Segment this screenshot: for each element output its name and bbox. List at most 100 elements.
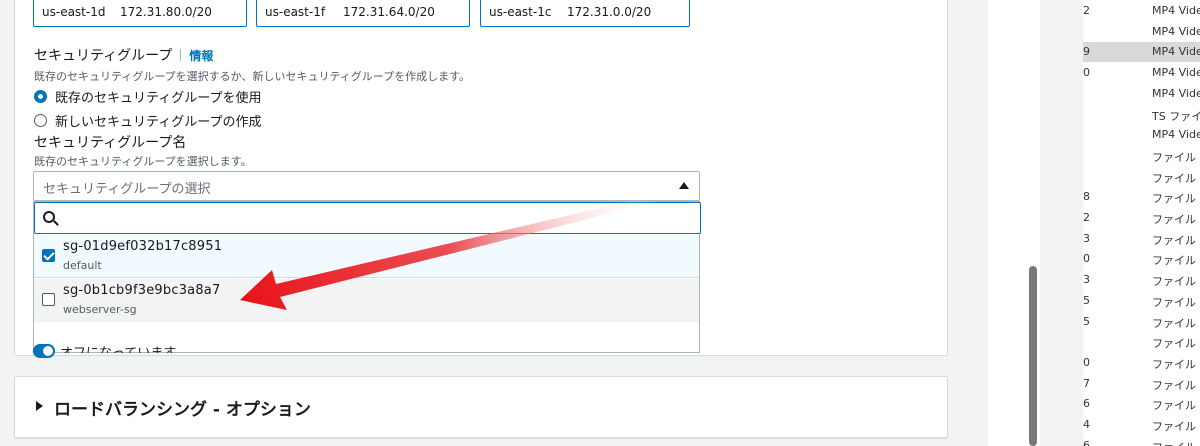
file-row-number: 6 bbox=[1083, 397, 1090, 411]
file-row-type: ファイル フ bbox=[1152, 192, 1200, 206]
file-list-row[interactable]: MP4 Vide bbox=[1083, 84, 1200, 104]
file-list-row[interactable]: 3 ファイル フ bbox=[1083, 229, 1200, 249]
file-row-number: 9 bbox=[1083, 45, 1090, 59]
file-list-row[interactable]: TS ファイル bbox=[1083, 105, 1200, 125]
file-row-number: 2 bbox=[1083, 4, 1090, 17]
file-row-type: ファイル フ bbox=[1152, 439, 1200, 446]
security-group-option[interactable]: sg-0b1cb9f3e9bc3a8a7 webserver-sg bbox=[34, 279, 699, 322]
file-row-type: ファイル フ bbox=[1152, 233, 1200, 247]
file-row-number: 2 bbox=[1083, 211, 1090, 224]
file-row-type: MP4 Vide bbox=[1152, 66, 1200, 80]
security-group-select[interactable]: セキュリティグループの選択 bbox=[33, 171, 700, 201]
expand-triangle-icon bbox=[36, 401, 43, 411]
option-id: sg-0b1cb9f3e9bc3a8a7 bbox=[63, 283, 221, 298]
option-name: default bbox=[63, 259, 102, 272]
security-group-name-label: セキュリティグループ名 bbox=[34, 135, 187, 151]
file-list-row[interactable]: 2 ファイル フ bbox=[1083, 208, 1200, 228]
file-row-number: 0 bbox=[1083, 66, 1090, 80]
file-list-row[interactable]: 2 MP4 Vide bbox=[1083, 1, 1200, 21]
security-group-dropdown: sg-01d9ef032b17c8951 default sg-0b1cb9f3… bbox=[33, 201, 701, 353]
file-list-row[interactable]: 6 ファイル フ bbox=[1083, 436, 1200, 446]
file-row-number: 6 bbox=[1083, 438, 1090, 446]
file-list-row[interactable]: ファイル フ bbox=[1083, 167, 1200, 187]
search-icon bbox=[43, 211, 55, 223]
file-row-type: MP4 Vide bbox=[1152, 4, 1200, 17]
file-row-type: ファイル フ bbox=[1152, 213, 1200, 226]
radio-new-label: 新しいセキュリティグループの作成 bbox=[55, 115, 262, 130]
file-list-row[interactable]: 7 ファイル フ bbox=[1083, 374, 1200, 394]
subnet-cidr: 172.31.0.0/20 bbox=[567, 5, 652, 19]
file-list-row[interactable]: 5 ファイル フ bbox=[1083, 312, 1200, 332]
file-row-number: 0 bbox=[1083, 252, 1090, 266]
radio-existing-label: 既存のセキュリティグループを使用 bbox=[55, 91, 262, 106]
checkbox-checked-icon[interactable] bbox=[42, 249, 55, 262]
file-row-type: MP4 Vide bbox=[1152, 86, 1200, 100]
security-group-label-text: セキュリティグループ bbox=[34, 48, 173, 64]
subnet-cidr: 172.31.80.0/20 bbox=[120, 5, 212, 19]
file-row-type: ファイル フ bbox=[1152, 399, 1200, 413]
subnet-card[interactable]: us-east-1d 172.31.80.0/20 bbox=[33, 0, 247, 27]
file-row-type: ファイル フ bbox=[1152, 150, 1200, 164]
security-group-option[interactable]: sg-01d9ef032b17c8951 default bbox=[34, 235, 699, 278]
file-list-row[interactable]: 8 ファイル フ bbox=[1083, 187, 1200, 207]
subnet-az: us-east-1d bbox=[42, 5, 106, 19]
file-row-number: 3 bbox=[1083, 231, 1090, 245]
subnet-az: us-east-1c bbox=[489, 5, 552, 19]
security-group-filter-input[interactable] bbox=[34, 202, 701, 234]
security-group-label: セキュリティグループ 情報 bbox=[34, 45, 213, 65]
security-group-name-description: 既存のセキュリティグループを選択します。 bbox=[34, 155, 252, 168]
subnet-cidr: 172.31.64.0/20 bbox=[343, 5, 435, 19]
toggle-switch[interactable] bbox=[33, 344, 55, 358]
file-list-row[interactable]: MP4 Vide bbox=[1083, 22, 1200, 42]
toggle-status-text: オフになっています bbox=[60, 342, 176, 353]
file-row-type: ファイル フ bbox=[1152, 275, 1200, 289]
file-row-type: ファイル フ bbox=[1152, 378, 1200, 392]
file-row-number: 3 bbox=[1083, 273, 1090, 287]
file-row-number: 8 bbox=[1083, 190, 1090, 204]
file-row-type: ファイル フ bbox=[1152, 295, 1200, 309]
checkbox-unchecked-icon[interactable] bbox=[42, 293, 55, 306]
load-balancing-section[interactable]: ロードバランシング - オプション bbox=[14, 376, 948, 438]
load-balancing-title: ロードバランシング - オプション bbox=[54, 400, 311, 420]
file-row-type: MP4 Vide bbox=[1152, 24, 1200, 38]
file-list-row[interactable]: ファイル フ bbox=[1083, 146, 1200, 166]
file-row-number: 0 bbox=[1083, 355, 1090, 369]
file-list: 2 MP4 Vide MP4 Vide 9 MP4 Vide 0 MP4 Vide MP4 V… bbox=[1083, 0, 1200, 446]
radio-new-security-group[interactable]: 新しいセキュリティグループの作成 bbox=[34, 111, 261, 130]
file-list-row[interactable]: 3 ファイル フ bbox=[1083, 270, 1200, 290]
caret-up-icon bbox=[679, 182, 689, 189]
info-link[interactable]: 情報 bbox=[189, 49, 213, 63]
file-row-number: 5 bbox=[1083, 314, 1090, 328]
file-row-type: ファイル フ bbox=[1152, 171, 1200, 185]
file-row-type: ファイル フ bbox=[1152, 357, 1200, 371]
file-list-row[interactable]: 9 MP4 Vide bbox=[1083, 42, 1200, 63]
file-list-row[interactable]: 0 MP4 Vide bbox=[1083, 63, 1200, 83]
file-row-type: ファイル フ bbox=[1152, 420, 1200, 433]
file-row-type: ファイル フ bbox=[1152, 316, 1200, 330]
file-list-row[interactable]: ファイル フ bbox=[1083, 332, 1200, 352]
radio-checked-icon[interactable] bbox=[34, 90, 47, 103]
file-row-type: ファイル フ bbox=[1152, 337, 1200, 351]
file-list-row[interactable]: 0 ファイル フ bbox=[1083, 249, 1200, 269]
option-id: sg-01d9ef032b17c8951 bbox=[63, 239, 223, 254]
subnet-az: us-east-1f bbox=[265, 5, 326, 19]
file-list-row[interactable]: MP4 Vide bbox=[1083, 125, 1200, 145]
file-row-number: 7 bbox=[1083, 376, 1090, 390]
option-name: webserver-sg bbox=[63, 303, 137, 316]
file-row-type: MP4 Vide bbox=[1152, 45, 1200, 59]
file-list-row[interactable]: 4 ファイル フ bbox=[1083, 415, 1200, 435]
subnet-card[interactable]: us-east-1c 172.31.0.0/20 bbox=[480, 0, 690, 27]
info-separator bbox=[180, 49, 182, 61]
file-row-number: 5 bbox=[1083, 293, 1090, 307]
file-list-row[interactable]: 0 ファイル フ bbox=[1083, 353, 1200, 373]
subnet-card[interactable]: us-east-1f 172.31.64.0/20 bbox=[256, 0, 470, 27]
radio-unchecked-icon[interactable] bbox=[34, 114, 47, 127]
file-row-number: 4 bbox=[1083, 418, 1090, 431]
file-row-type: MP4 Vide bbox=[1152, 128, 1200, 142]
scrollbar-thumb[interactable] bbox=[1029, 266, 1037, 446]
file-list-row[interactable]: 6 ファイル フ bbox=[1083, 394, 1200, 414]
select-placeholder: セキュリティグループの選択 bbox=[43, 182, 211, 197]
file-list-row[interactable]: 5 ファイル フ bbox=[1083, 291, 1200, 311]
radio-existing-security-group[interactable]: 既存のセキュリティグループを使用 bbox=[34, 87, 261, 106]
file-row-type: ファイル フ bbox=[1152, 254, 1200, 268]
